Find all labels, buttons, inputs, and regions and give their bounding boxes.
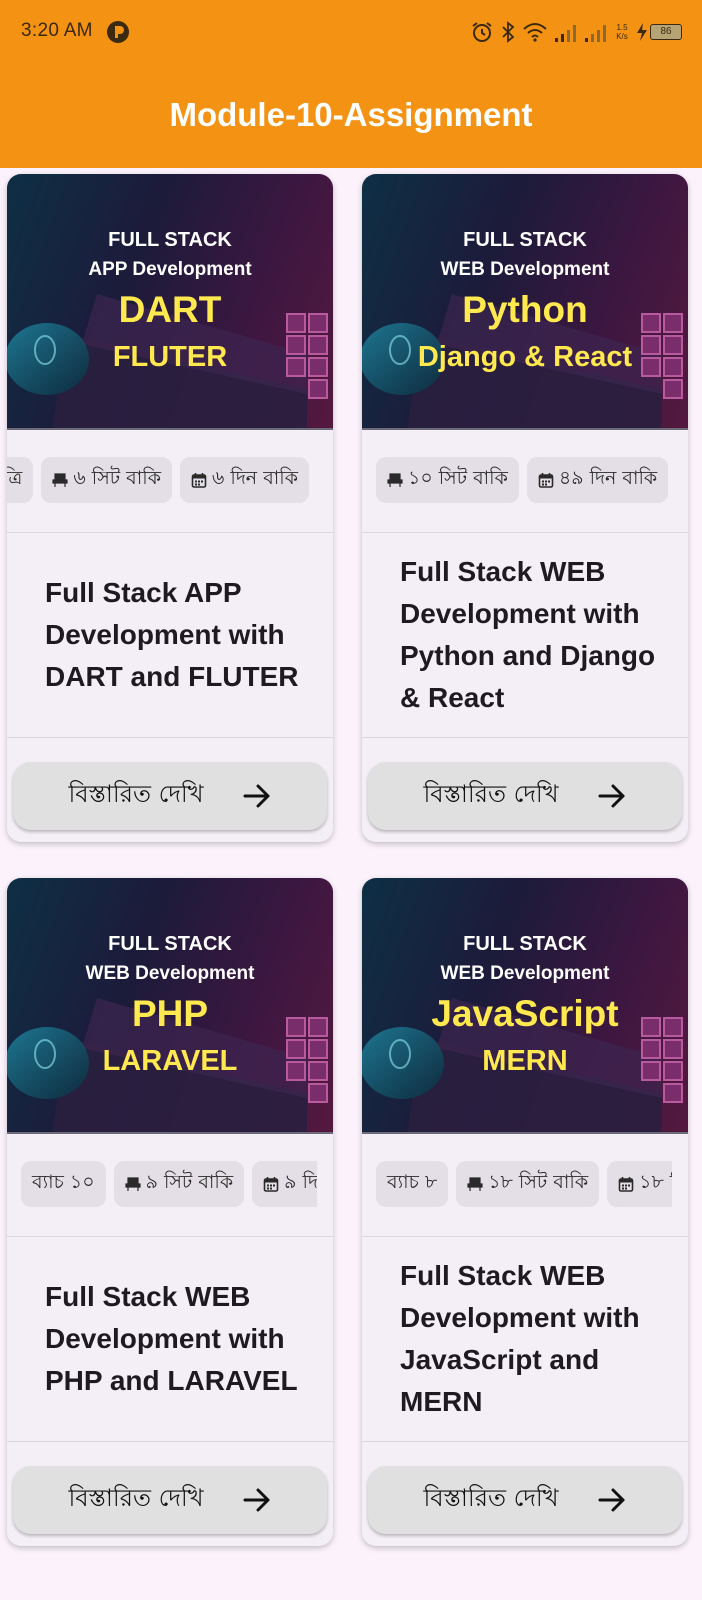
info-chips-row[interactable]: ব্যাচ ৮ ১৮ সিট বাকি ১৮ দিন বাকি (362, 1161, 672, 1207)
course-title: Full Stack WEB Development with Python a… (400, 555, 656, 713)
banner-line-1: FULL STACK (463, 229, 587, 251)
app-notification-icon (107, 21, 129, 43)
calendar-icon (191, 472, 207, 488)
banner-headline: JavaScript (431, 993, 619, 1034)
arrow-right-icon (598, 784, 625, 808)
seat-icon (52, 472, 69, 488)
calendar-icon (263, 1176, 279, 1192)
alarm-icon (472, 22, 492, 42)
image-divider (7, 428, 333, 430)
bluetooth-icon (502, 21, 515, 43)
course-card[interactable]: FULL STACK WEB Development PHP LARAVEL ব… (7, 878, 333, 1546)
banner-line-1: FULL STACK (108, 229, 232, 251)
course-banner-image: FULL STACK WEB Development JavaScript ME… (362, 878, 688, 1134)
info-chip-label: ত্রি (7, 467, 23, 489)
info-chip: ৯ দিন বাকি (252, 1161, 317, 1207)
battery-icon: 86 (650, 24, 682, 40)
info-chip-label: ৪৯ দিন বাকি (558, 467, 658, 489)
info-chip: ব্যাচ ৮ (376, 1161, 449, 1207)
arrow-right-icon (598, 1488, 625, 1512)
net-speed-unit: K/s (616, 32, 628, 41)
image-divider (362, 428, 688, 430)
battery: 86 (636, 22, 682, 42)
calendar-icon (618, 1176, 634, 1192)
calendar-icon (538, 472, 554, 488)
net-speed-value: 1.5 (616, 23, 628, 32)
status-time: 3:20 AM (21, 20, 93, 41)
banner-subline: LARAVEL (102, 1045, 238, 1077)
seat-icon (387, 472, 403, 488)
arrow-right-icon (243, 784, 270, 808)
course-card[interactable]: FULL STACK WEB Development Python Django… (362, 174, 688, 842)
status-icons: 1.5 K/s 86 (470, 17, 682, 47)
info-chips-row[interactable]: ত্রি ৬ সিট বাকি ৬ দিন বাকি (7, 457, 317, 503)
info-chips-row[interactable]: ১০ সিট বাকি ৪৯ দিন বাকি (362, 457, 672, 503)
signal-icon (585, 25, 606, 42)
info-chip-label: ৯ সিট বাকি (145, 1171, 234, 1193)
info-chip: ১৮ দিন বাকি (607, 1161, 672, 1207)
details-button[interactable]: বিস্তারিত দেখি (13, 1466, 327, 1534)
arrow-right-icon (243, 1488, 270, 1512)
image-divider (7, 1132, 333, 1134)
banner-line-2: WEB Development (440, 963, 610, 984)
divider (362, 1441, 688, 1442)
details-button[interactable]: বিস্তারিত দেখি (13, 762, 327, 830)
divider (362, 737, 688, 738)
info-chip: ত্রি (7, 457, 34, 503)
info-chip: ১৮ সিট বাকি (456, 1161, 600, 1207)
course-card[interactable]: FULL STACK APP Development DART FLUTER ত… (7, 174, 333, 842)
info-chip-label: ব্যাচ ১০ (32, 1171, 95, 1193)
page-title: Module-10-Assignment (169, 96, 533, 133)
banner-subline: Django & React (417, 341, 633, 373)
info-chip-label: ব্যাচ ৮ (387, 1171, 438, 1193)
course-title: Full Stack APP Development with DART and… (45, 576, 299, 692)
banner-headline: Python (462, 289, 588, 330)
banner-line-2: APP Development (88, 259, 252, 280)
seat-icon (467, 1176, 483, 1192)
divider (7, 1441, 333, 1442)
details-button-label: বিস্তারিত দেখি (423, 1484, 559, 1512)
seat-icon (124, 1176, 141, 1192)
info-chip: ব্যাচ ১০ (21, 1161, 106, 1207)
banner-subline: MERN (482, 1045, 568, 1077)
signal-icon (555, 25, 576, 42)
course-title: Full Stack WEB Development with JavaScri… (400, 1259, 640, 1417)
info-chip-label: ১৮ সিট বাকি (488, 1171, 589, 1193)
net-speed: 1.5 K/s (614, 23, 630, 41)
info-chip-label: ১৮ দিন বাকি (639, 1171, 672, 1193)
course-title: Full Stack WEB Development with PHP and … (45, 1280, 298, 1396)
details-button[interactable]: বিস্তারিত দেখি (368, 762, 682, 830)
course-banner-image: FULL STACK WEB Development Python Django… (362, 174, 688, 430)
course-banner-image: FULL STACK APP Development DART FLUTER (7, 174, 333, 430)
info-chip-label: ৯ দিন বাকি (284, 1171, 317, 1193)
info-chip-label: ৬ সিট বাকি (73, 467, 161, 489)
info-chip: ৬ দিন বাকি (180, 457, 310, 503)
banner-headline: PHP (131, 993, 209, 1034)
banner-line-1: FULL STACK (463, 933, 587, 955)
wifi-icon (523, 23, 547, 42)
banner-line-2: WEB Development (85, 963, 255, 984)
info-chip: ৪৯ দিন বাকি (526, 457, 669, 503)
details-button-label: বিস্তারিত দেখি (68, 780, 204, 808)
app-bar: 3:20 AM 1.5 K/s 86 Module-10-Assignment (0, 0, 702, 168)
info-chip-label: ১০ সিট বাকি (408, 467, 508, 489)
banner-line-1: FULL STACK (108, 933, 232, 955)
image-divider (362, 1132, 688, 1134)
status-bar: 3:20 AM 1.5 K/s 86 (0, 0, 702, 64)
info-chip: ৯ সিট বাকি (113, 1161, 245, 1207)
info-chip: ১০ সিট বাকি (376, 457, 519, 503)
details-button-label: বিস্তারিত দেখি (423, 780, 559, 808)
course-card[interactable]: FULL STACK WEB Development JavaScript ME… (362, 878, 688, 1546)
course-banner-image: FULL STACK WEB Development PHP LARAVEL (7, 878, 333, 1134)
info-chip: ৬ সিট বাকি (41, 457, 172, 503)
info-chips-row[interactable]: ব্যাচ ১০ ৯ সিট বাকি ৯ দিন বাকি (7, 1161, 317, 1207)
banner-headline: DART (118, 289, 222, 330)
banner-subline: FLUTER (112, 341, 228, 373)
info-chip-label: ৬ দিন বাকি (212, 467, 299, 489)
details-button[interactable]: বিস্তারিত দেখি (368, 1466, 682, 1534)
divider (7, 737, 333, 738)
banner-line-2: WEB Development (440, 259, 610, 280)
details-button-label: বিস্তারিত দেখি (68, 1484, 204, 1512)
charging-icon (637, 23, 647, 41)
